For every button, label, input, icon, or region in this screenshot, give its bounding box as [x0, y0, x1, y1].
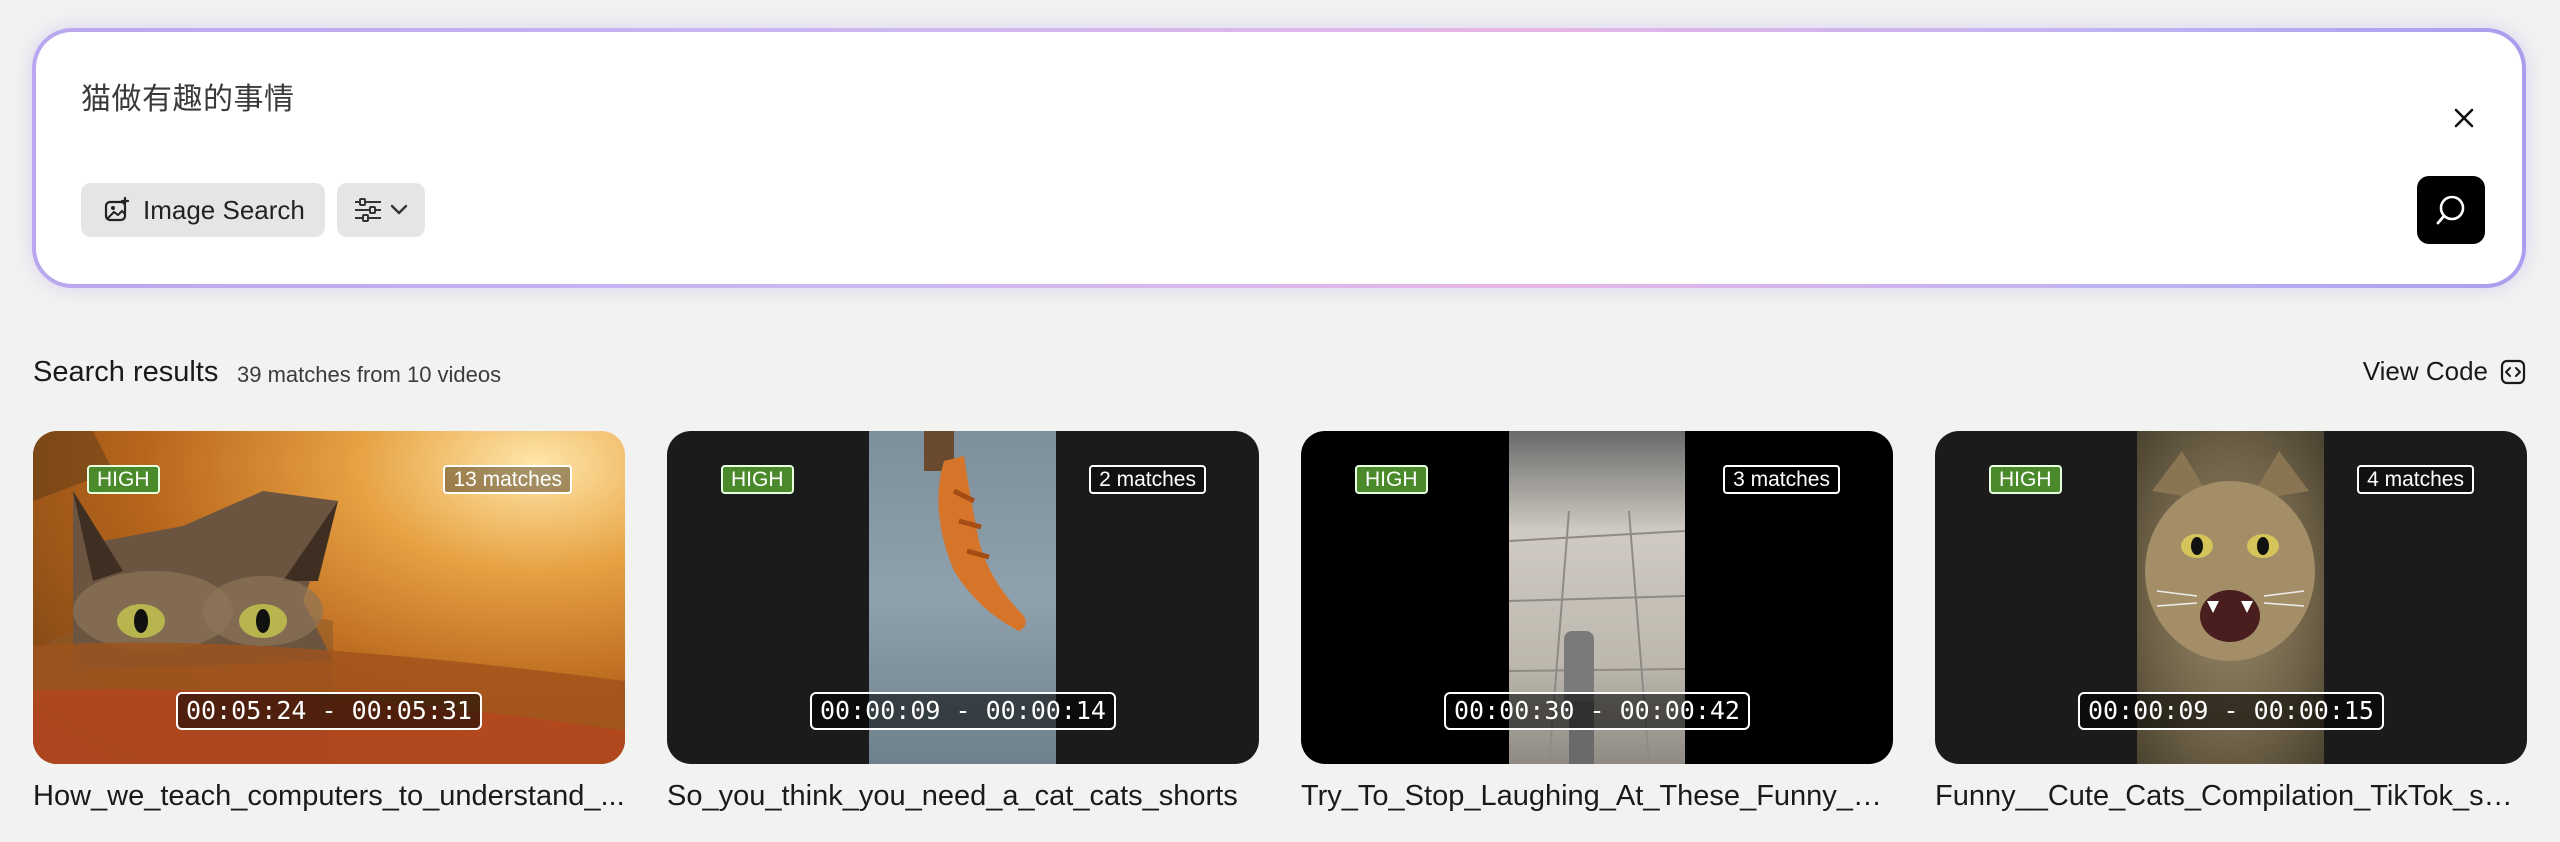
close-icon — [2454, 108, 2474, 128]
video-thumbnail[interactable]: HIGH 2 matches 00:00:09 - 00:00:14 — [667, 431, 1259, 764]
video-card[interactable]: HIGH 2 matches 00:00:09 - 00:00:14 So_yo… — [667, 431, 1259, 813]
search-card: 猫做有趣的事情 Image Search — [36, 32, 2522, 284]
video-title[interactable]: Funny__Cute_Cats_Compilation_TikTok_sho.… — [1935, 780, 2527, 813]
filter-dropdown-button[interactable] — [337, 183, 425, 237]
matches-badge: 3 matches — [1723, 465, 1840, 494]
confidence-badge: HIGH — [87, 465, 160, 494]
filter-sliders-icon — [355, 198, 381, 222]
search-panel: 猫做有趣的事情 Image Search — [32, 28, 2526, 288]
matches-badge: 2 matches — [1089, 465, 1206, 494]
search-query-input[interactable]: 猫做有趣的事情 — [81, 74, 295, 118]
timecode-badge: 00:00:09 - 00:00:14 — [810, 692, 1116, 730]
image-search-button[interactable]: Image Search — [81, 183, 325, 237]
video-thumbnail[interactable]: HIGH 13 matches 00:05:24 - 00:05:31 — [33, 431, 625, 764]
view-code-label: View Code — [2362, 356, 2488, 386]
search-submit-icon — [2436, 195, 2465, 225]
image-search-label: Image Search — [143, 194, 305, 225]
confidence-badge: HIGH — [1989, 465, 2062, 494]
video-card[interactable]: HIGH 3 matches 00:00:30 - 00:00:42 Try_T… — [1301, 431, 1893, 813]
video-title[interactable]: Try_To_Stop_Laughing_At_These_Funny_Cat.… — [1301, 780, 1893, 813]
view-code-button[interactable]: View Code — [2363, 356, 2526, 387]
timecode-badge: 00:00:30 - 00:00:42 — [1444, 692, 1750, 730]
search-submit-button[interactable] — [2417, 176, 2485, 244]
confidence-badge: HIGH — [1355, 465, 1428, 494]
image-search-icon — [104, 196, 130, 222]
results-count: 39 matches from 10 videos — [237, 362, 502, 387]
results-heading: Search results — [33, 356, 219, 388]
video-card[interactable]: HIGH 4 matches 00:00:09 - 00:00:15 Funny… — [1935, 431, 2527, 813]
video-card[interactable]: HIGH 13 matches 00:05:24 - 00:05:31 How_… — [33, 431, 625, 813]
video-title[interactable]: So_you_think_you_need_a_cat_cats_shorts — [667, 780, 1259, 813]
code-icon — [2500, 359, 2526, 384]
matches-badge: 4 matches — [2357, 465, 2474, 494]
chevron-down-icon — [390, 204, 408, 215]
video-thumbnail[interactable]: HIGH 3 matches 00:00:30 - 00:00:42 — [1301, 431, 1893, 764]
clear-search-button[interactable] — [2444, 98, 2484, 138]
video-thumbnail[interactable]: HIGH 4 matches 00:00:09 - 00:00:15 — [1935, 431, 2527, 764]
matches-badge: 13 matches — [443, 465, 572, 494]
timecode-badge: 00:00:09 - 00:00:15 — [2078, 692, 2384, 730]
video-title[interactable]: How_we_teach_computers_to_understand_... — [33, 780, 625, 813]
confidence-badge: HIGH — [721, 465, 794, 494]
timecode-badge: 00:05:24 - 00:05:31 — [176, 692, 482, 730]
